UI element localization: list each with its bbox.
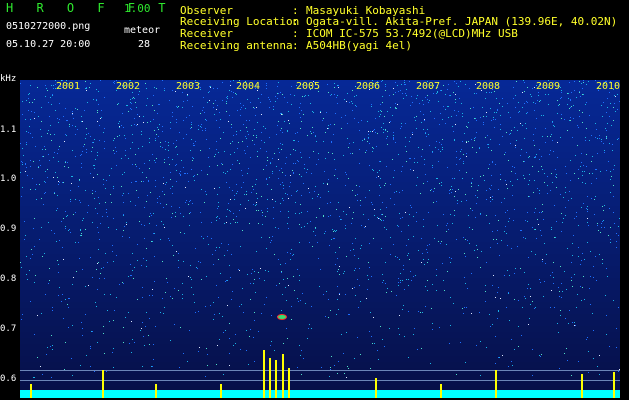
- x-tick-label: 2002: [116, 81, 141, 92]
- x-tick-label: 2004: [236, 81, 261, 92]
- app-version: 1.00: [124, 2, 151, 15]
- x-tick-label: 2010: [596, 81, 621, 92]
- x-tick-label: 2008: [476, 81, 501, 92]
- spectrogram: [20, 80, 620, 398]
- info-key-antenna: Receiving antenna: [180, 39, 293, 52]
- info-value-location: Ogata-vill. Akita-Pref. JAPAN (139.96E, …: [306, 15, 618, 28]
- frequency-unit-label: kHz: [0, 74, 17, 84]
- spectrogram-panel: [20, 80, 620, 398]
- x-tick-label: 2005: [296, 81, 321, 92]
- x-tick-label: 2009: [536, 81, 561, 92]
- y-tick-label: 0.9: [0, 224, 17, 234]
- y-tick-label: 0.8: [0, 274, 17, 284]
- info-colon: :: [292, 39, 299, 52]
- info-key-receiver: Receiver: [180, 27, 233, 40]
- meteor-count: 28: [138, 39, 151, 50]
- x-tick-label: 2006: [356, 81, 381, 92]
- y-tick-label: 1.1: [0, 125, 17, 135]
- file-name: 0510272000.png: [6, 21, 91, 32]
- x-tick-label: 2003: [176, 81, 201, 92]
- y-tick-label: 0.7: [0, 324, 17, 334]
- x-tick-label: 2007: [416, 81, 441, 92]
- observation-datetime: 05.10.27 20:00: [6, 39, 91, 50]
- y-tick-label: 1.0: [0, 174, 17, 184]
- info-colon: :: [292, 27, 299, 40]
- meteor-label: meteor: [124, 25, 161, 36]
- info-colon: :: [292, 15, 299, 28]
- info-key-location: Receiving Location: [180, 15, 300, 28]
- info-value-receiver: ICOM IC-575 53.7492(@LCD)MHz USB: [306, 27, 518, 40]
- y-tick-label: 0.6: [0, 374, 17, 384]
- info-value-antenna: A504HB(yagi 4el): [306, 39, 412, 52]
- x-tick-label: 2001: [56, 81, 81, 92]
